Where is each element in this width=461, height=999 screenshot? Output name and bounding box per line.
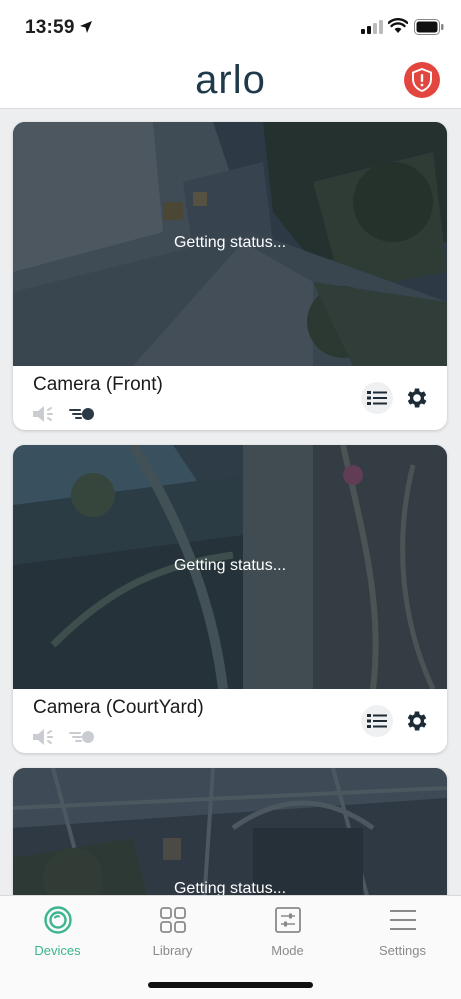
tab-mode[interactable]: Mode (230, 904, 345, 958)
library-grid-icon (159, 907, 186, 933)
gear-icon (407, 388, 427, 408)
activity-list-button[interactable] (361, 382, 393, 414)
tab-devices-label: Devices (34, 943, 81, 958)
camera-settings-button[interactable] (403, 384, 431, 412)
alert-shield-button[interactable] (404, 62, 440, 98)
tab-library[interactable]: Library (115, 904, 230, 958)
motion-detection-icon (69, 408, 94, 420)
arlo-logo: arlo (195, 58, 266, 102)
camera-feed-front[interactable]: Getting status... (13, 122, 447, 366)
app-header: arlo (0, 54, 461, 109)
home-indicator (148, 982, 313, 988)
camera-status-icons (31, 404, 95, 424)
camera-status-icons (31, 727, 95, 747)
camera-card-front[interactable]: Getting status... Camera (Front) (13, 122, 447, 430)
camera-name: Camera (Front) (33, 374, 163, 395)
motion-detection-icon (69, 731, 94, 743)
list-icon (367, 391, 387, 405)
tab-mode-label: Mode (271, 943, 304, 958)
wifi-icon (388, 18, 408, 33)
mode-sliders-icon (274, 907, 301, 933)
camera-feed-courtyard[interactable]: Getting status... (13, 445, 447, 689)
tab-devices[interactable]: Devices (0, 904, 115, 958)
camera-name: Camera (CourtYard) (33, 697, 204, 718)
tab-library-label: Library (152, 943, 193, 958)
shield-alert-icon (412, 68, 432, 92)
tab-settings[interactable]: Settings (345, 904, 460, 958)
location-arrow-icon (80, 21, 92, 33)
speaker-muted-icon (33, 406, 53, 422)
tab-settings-label: Settings (379, 943, 426, 958)
cellular-signal-icon (361, 20, 383, 34)
devices-icon (43, 906, 72, 934)
settings-menu-icon (389, 910, 416, 930)
activity-list-button[interactable] (361, 705, 393, 737)
gear-icon (407, 711, 427, 731)
feed-status-text: Getting status... (173, 234, 287, 251)
feed-status-text: Getting status... (173, 557, 287, 574)
speaker-muted-icon (33, 729, 53, 745)
status-time: 13:59 (25, 17, 75, 38)
camera-card-courtyard[interactable]: Getting status... Camera (CourtYard) (13, 445, 447, 753)
camera-settings-button[interactable] (403, 707, 431, 735)
list-icon (367, 714, 387, 728)
status-bar: 13:59 (0, 0, 461, 54)
battery-icon (414, 19, 444, 35)
